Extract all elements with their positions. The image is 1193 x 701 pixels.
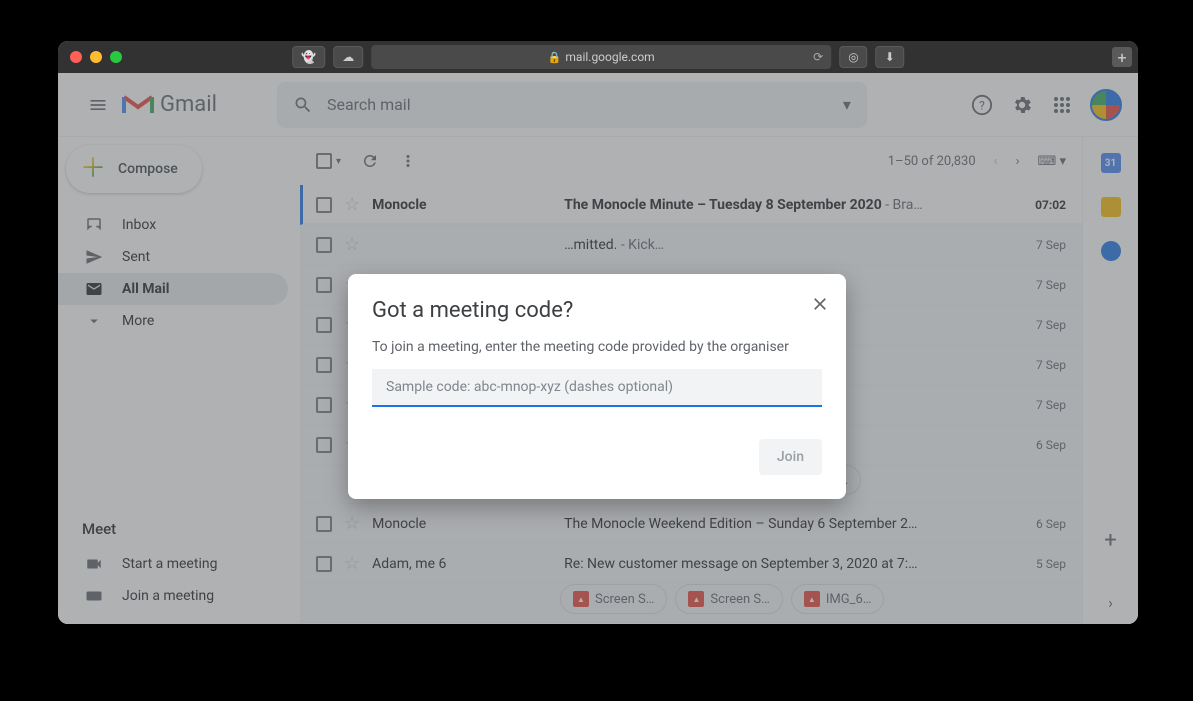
lock-icon: 🔒 [548, 51, 562, 64]
browser-window: 👻 ☁ 🔒 mail.google.com ⟳ ◎ ⬇ + Gmail Sear… [58, 41, 1138, 624]
titlebar: 👻 ☁ 🔒 mail.google.com ⟳ ◎ ⬇ + [58, 41, 1138, 73]
maximize-window-button[interactable] [110, 51, 122, 63]
gmail-app: Gmail Search mail ▾ ? [58, 73, 1138, 624]
reload-icon[interactable]: ⟳ [813, 50, 823, 64]
meeting-code-dialog: Got a meeting code? To join a meeting, e… [348, 274, 846, 499]
new-tab-button[interactable]: + [1112, 47, 1132, 67]
window-controls [70, 51, 122, 63]
join-button[interactable]: Join [759, 439, 822, 475]
address-text: mail.google.com [565, 50, 654, 64]
address-bar[interactable]: 🔒 mail.google.com ⟳ [371, 45, 831, 69]
close-icon [810, 294, 830, 314]
close-window-button[interactable] [70, 51, 82, 63]
dialog-description: To join a meeting, enter the meeting cod… [372, 339, 822, 355]
close-dialog-button[interactable] [810, 294, 830, 314]
meeting-code-input[interactable] [372, 369, 822, 407]
extension-shield-icon[interactable]: ◎ [839, 46, 867, 68]
extension-cloud-icon[interactable]: ☁ [333, 46, 363, 68]
downloads-icon[interactable]: ⬇ [876, 46, 904, 68]
minimize-window-button[interactable] [90, 51, 102, 63]
dialog-title: Got a meeting code? [372, 298, 822, 323]
extension-ghost-icon[interactable]: 👻 [292, 46, 325, 68]
